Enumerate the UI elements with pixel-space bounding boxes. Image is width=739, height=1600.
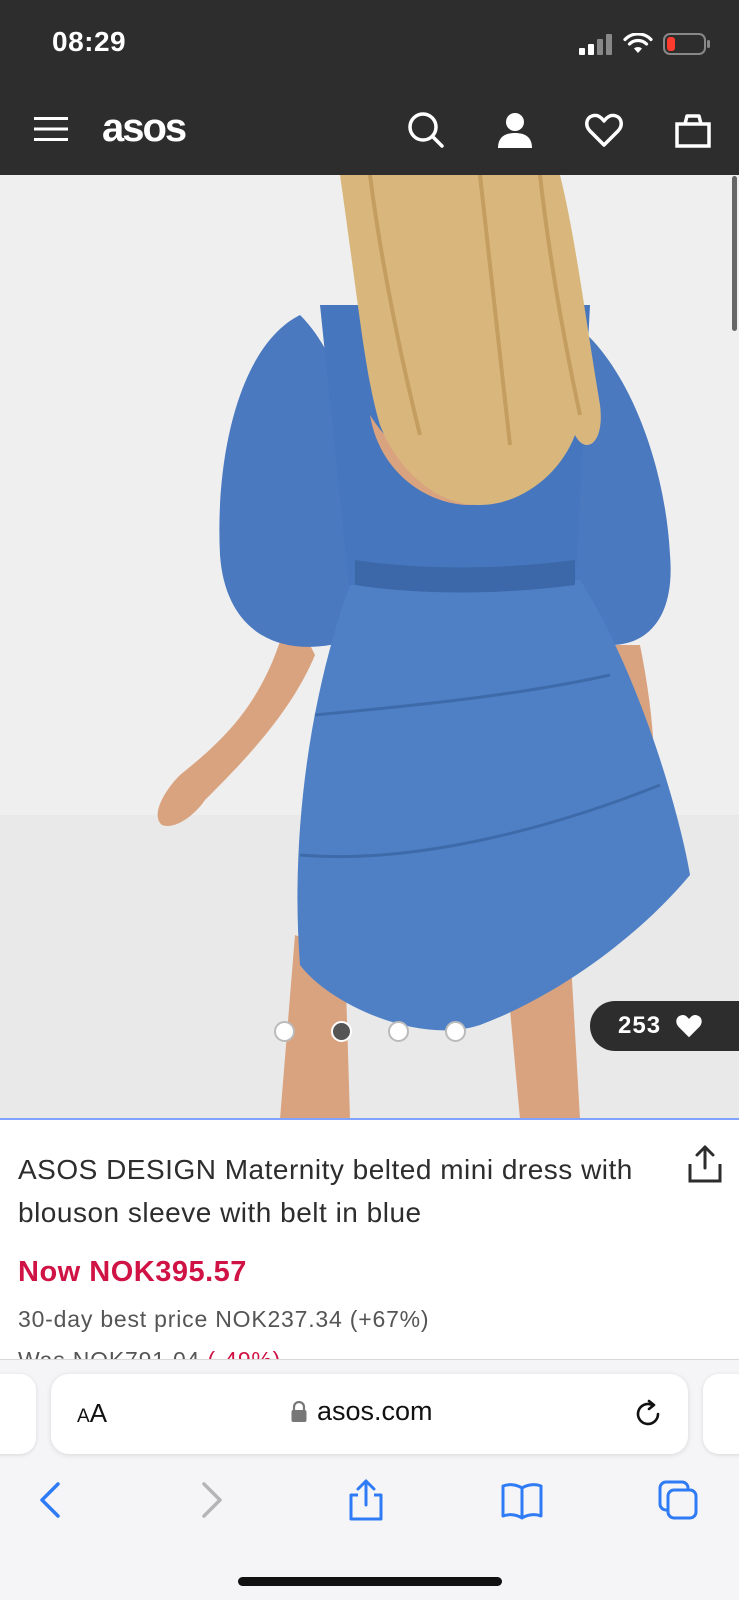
save-count: 253: [618, 1012, 662, 1039]
home-indicator[interactable]: [238, 1577, 502, 1586]
tabs-icon[interactable]: [656, 1478, 700, 1522]
wifi-icon: [623, 33, 653, 53]
bag-icon[interactable]: [673, 110, 713, 150]
account-icon[interactable]: [495, 110, 535, 150]
product-image[interactable]: [0, 175, 739, 1119]
signal-icon: [579, 34, 612, 55]
asos-logo[interactable]: asos: [102, 106, 187, 151]
address-bar[interactable]: AA asos.com: [51, 1374, 688, 1454]
carousel-dot[interactable]: [274, 1021, 295, 1042]
share-icon[interactable]: [687, 1144, 723, 1184]
dress-photo: [0, 175, 739, 1119]
status-icons: [579, 30, 711, 58]
was-price-label: Was NOK791.04: [18, 1347, 200, 1359]
url-text: asos.com: [317, 1396, 433, 1426]
section-divider: [0, 1118, 739, 1120]
lock-icon: [291, 1400, 307, 1422]
share-sheet-icon[interactable]: [344, 1478, 388, 1522]
carousel-dot-active[interactable]: [331, 1021, 352, 1042]
reload-icon[interactable]: [632, 1398, 664, 1430]
text-size-button[interactable]: AA: [77, 1398, 107, 1429]
carousel-dots: [274, 1021, 466, 1042]
status-bar: 08:29: [0, 0, 739, 88]
next-tab-preview[interactable]: [703, 1374, 739, 1454]
battery-icon: [663, 33, 710, 55]
status-time: 08:29: [52, 26, 127, 57]
carousel-dot[interactable]: [388, 1021, 409, 1042]
heart-icon[interactable]: [584, 110, 624, 150]
was-price-discount: (-49%): [207, 1347, 281, 1359]
bookmarks-icon[interactable]: [500, 1478, 544, 1522]
url-display[interactable]: asos.com: [291, 1396, 433, 1427]
site-header: asos: [0, 88, 739, 175]
search-icon[interactable]: [406, 110, 446, 150]
carousel-dot[interactable]: [445, 1021, 466, 1042]
previous-tab-preview[interactable]: [0, 1374, 36, 1454]
forward-icon[interactable]: [188, 1478, 232, 1522]
save-count-badge[interactable]: 253: [590, 1001, 739, 1051]
product-title: ASOS DESIGN Maternity belted mini dress …: [18, 1154, 633, 1228]
page-scrollbar[interactable]: [732, 176, 737, 331]
back-icon[interactable]: [30, 1478, 74, 1522]
best-price: 30-day best price NOK237.34 (+67%): [18, 1306, 430, 1332]
menu-icon[interactable]: [34, 114, 68, 144]
price-now: Now NOK395.57: [18, 1256, 247, 1288]
was-price: Was NOK791.04 (-49%): [18, 1347, 281, 1359]
heart-filled-icon: [676, 1015, 702, 1038]
